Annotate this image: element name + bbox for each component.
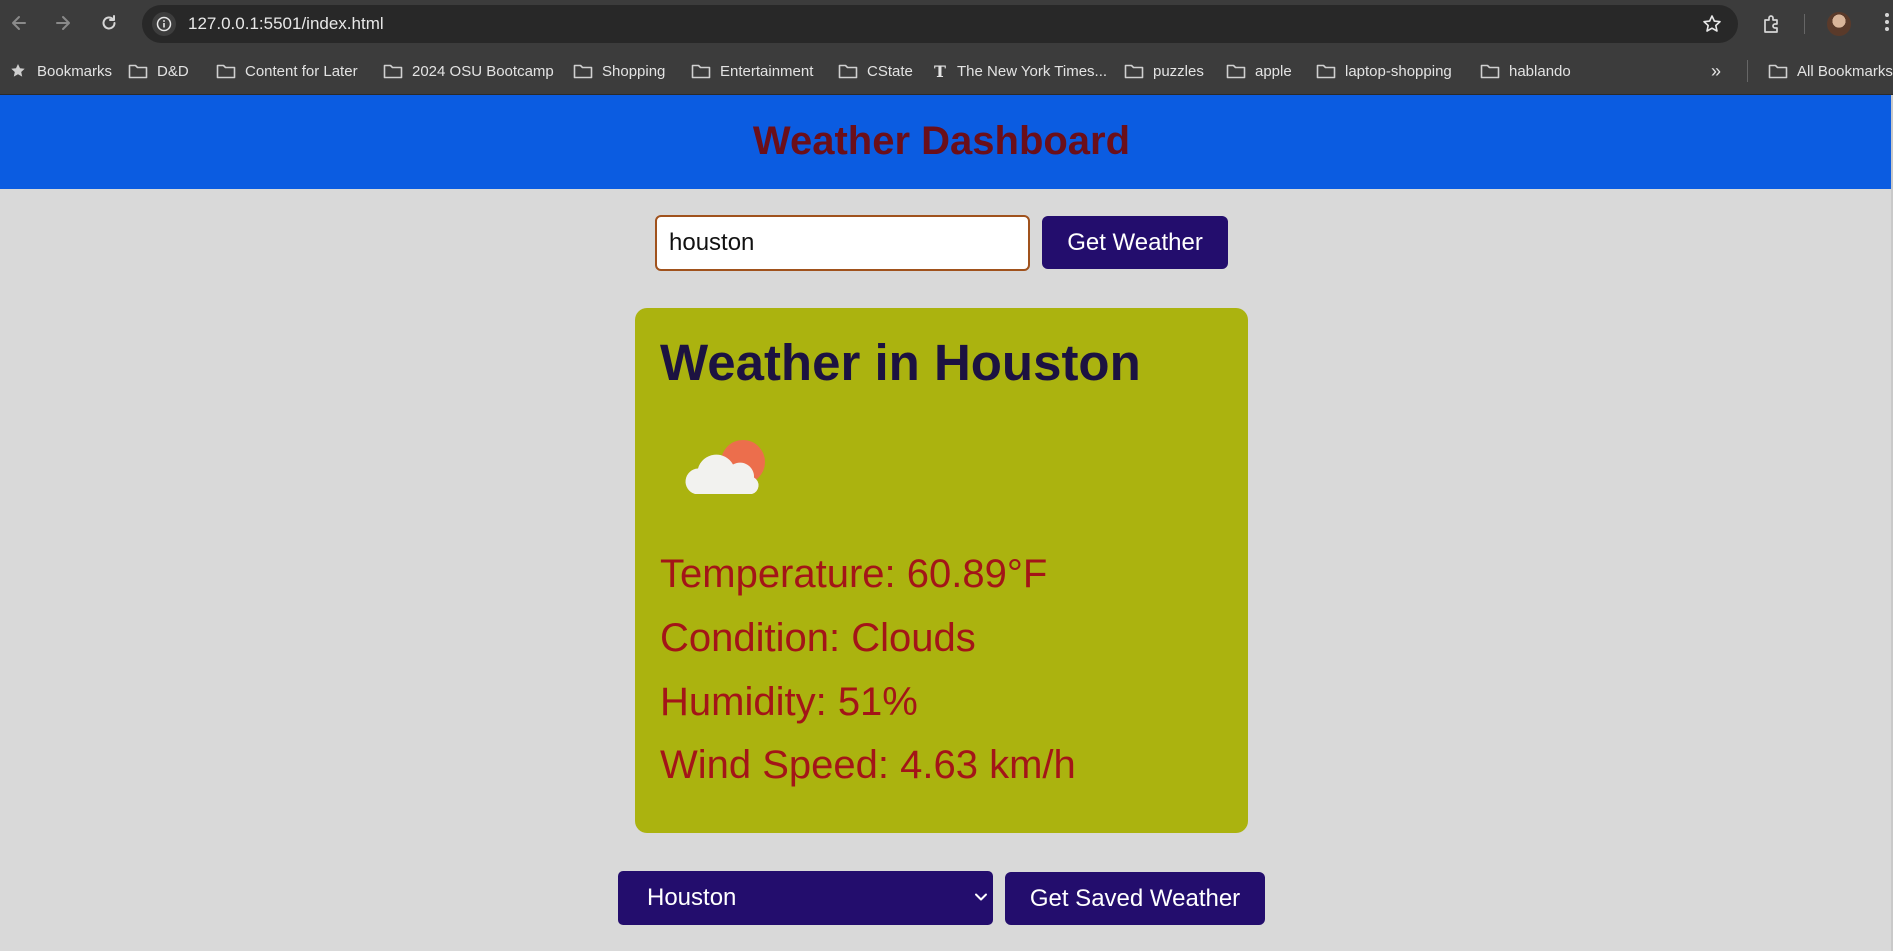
page-title: Weather Dashboard [752,119,1131,163]
bookmark-label: Shopping [602,62,666,80]
address-bar[interactable]: 127.0.0.1:5501/index.html [142,5,1738,43]
bookmark-nyt[interactable]: T The New York Times... [932,58,1107,84]
bookmark-label: apple [1255,62,1292,80]
back-button[interactable] [6,10,32,36]
bookmark-dnd[interactable]: D&D [128,58,189,84]
menu-dot-icon [1885,13,1889,17]
bookmark-entertainment[interactable]: Entertainment [691,58,813,84]
saved-city-selected-value: Houston [647,884,737,911]
folder-icon [691,63,711,79]
chevron-down-icon [975,893,987,901]
back-arrow-icon [12,16,26,30]
star-icon [8,63,28,79]
forward-arrow-icon [56,16,70,30]
get-saved-weather-button[interactable]: Get Saved Weather [1005,872,1265,925]
site-info-button[interactable] [152,12,176,36]
folder-icon [1124,63,1144,79]
bookmarks-separator [1747,60,1748,82]
puzzle-piece-icon [1764,15,1778,33]
folder-icon [383,63,403,79]
bookmark-content-for-later[interactable]: Content for Later [216,58,358,84]
folder-icon [1480,63,1500,79]
bookmark-shopping[interactable]: Shopping [573,58,665,84]
folder-icon [216,63,236,79]
folder-icon [1316,63,1336,79]
star-outline-icon [1703,15,1721,32]
weather-card: Weather in Houston Temperature: 60.89°F … [635,308,1248,833]
bookmark-label: Content for Later [245,62,358,80]
chrome-menu-button[interactable] [1881,10,1893,36]
toolbar-separator [1804,14,1805,34]
extensions-button[interactable] [1758,10,1786,38]
get-weather-button[interactable]: Get Weather [1042,216,1228,269]
bookmark-hablando[interactable]: hablando [1480,58,1571,84]
bookmark-cstate[interactable]: CState [838,58,913,84]
browser-toolbar: 127.0.0.1:5501/index.html [0,0,1893,48]
menu-dot-icon [1885,20,1889,24]
info-icon [156,16,172,32]
reload-button[interactable] [96,10,122,36]
partly-cloudy-icon [685,440,765,494]
bookmark-label: All Bookmarks [1797,62,1893,80]
forward-button[interactable] [50,10,76,36]
folder-icon [1226,63,1246,79]
page-header: Weather Dashboard [0,95,1893,189]
url-text[interactable]: 127.0.0.1:5501/index.html [188,14,384,34]
chevron-double-right-icon: » [1711,60,1722,81]
bookmark-star-button[interactable] [1700,12,1724,36]
bookmark-label: puzzles [1153,62,1204,80]
profile-button[interactable] [1825,10,1853,38]
bookmarks-overflow-button[interactable]: » [1711,58,1721,84]
bookmark-label: Entertainment [720,62,814,80]
bookmark-label: Bookmarks [37,62,113,80]
reload-icon [102,15,116,30]
bookmark-2024-osu-bootcamp[interactable]: 2024 OSU Bootcamp [383,58,554,84]
condition-text: Condition: Clouds [660,616,976,660]
bookmark-label: The New York Times... [957,62,1108,80]
folder-icon [573,63,593,79]
bookmark-apple[interactable]: apple [1226,58,1292,84]
menu-dot-icon [1885,27,1889,31]
nyt-icon: T [934,61,946,81]
bookmark-laptop-shopping[interactable]: laptop-shopping [1316,58,1452,84]
bookmarks-bar: Bookmarks D&D Content for Later 2024 OSU… [0,48,1893,95]
bookmark-label: laptop-shopping [1345,62,1452,80]
saved-city-select[interactable]: Houston [618,871,993,925]
weather-card-title: Weather in Houston [660,334,1141,391]
bookmark-label: CState [867,62,913,80]
temperature-text: Temperature: 60.89°F [660,552,1048,596]
bookmark-label: 2024 OSU Bootcamp [412,62,554,80]
bookmark-label: D&D [157,62,189,80]
avatar [1827,12,1851,36]
bookmark-label: hablando [1509,62,1571,80]
wind-speed-text: Wind Speed: 4.63 km/h [660,743,1076,787]
folder-icon [1768,63,1788,79]
humidity-text: Humidity: 51% [660,680,918,724]
bookmark-bookmarks[interactable]: Bookmarks [8,58,112,84]
folder-icon [128,63,148,79]
all-bookmarks-folder[interactable]: All Bookmarks [1768,58,1893,84]
bookmark-puzzles[interactable]: puzzles [1124,58,1204,84]
folder-icon [838,63,858,79]
city-search-input[interactable] [655,215,1030,271]
